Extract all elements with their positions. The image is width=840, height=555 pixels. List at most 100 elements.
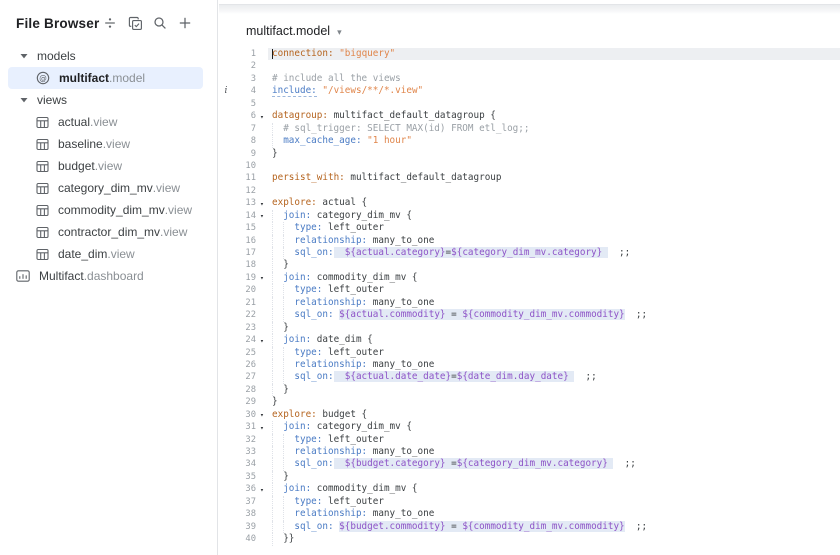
code-text: }	[268, 321, 840, 335]
code-text: }}	[268, 533, 840, 546]
sidebar-item-actual[interactable]: actual .view	[0, 111, 217, 133]
line-number: 17	[245, 248, 256, 258]
token: ${actual.commodity}	[339, 309, 446, 321]
fold-caret[interactable]: ▾	[256, 271, 268, 284]
code-line-1[interactable]: 1 connection: "bigquery"	[219, 48, 840, 61]
code-line-25[interactable]: 25 type: left_outer	[219, 346, 840, 359]
code-line-39[interactable]: 39 sql_on: ${budget.commodity} = ${commod…	[219, 520, 840, 534]
code-line-2[interactable]: 2	[219, 60, 840, 72]
code-line-24[interactable]: 24 ▾ join: date_dim {	[219, 334, 840, 347]
collapse-all-icon[interactable]	[102, 15, 118, 31]
indent-guide	[283, 309, 294, 322]
info-marker: i	[224, 86, 228, 97]
sidebar-item-baseline[interactable]: baseline .view	[0, 133, 217, 155]
gutter: 37	[219, 496, 268, 508]
file-base-name: multifact	[59, 71, 110, 85]
code-line-18[interactable]: 18}	[219, 259, 840, 272]
token: relationship:	[294, 508, 368, 520]
file-extension: .view	[90, 115, 118, 129]
code-line-36[interactable]: 36 ▾ join: commodity_dim_mv {	[219, 483, 840, 496]
fold-caret[interactable]: ▾	[256, 483, 268, 496]
token: ${date_dim.day_date}	[456, 371, 569, 383]
code-line-34[interactable]: 34 sql_on: ${budget.category} =${category…	[219, 458, 840, 471]
sidebar-item-multifact[interactable]: Multifact .dashboard	[0, 265, 217, 287]
gutter: 12	[219, 185, 268, 197]
code-line-12[interactable]: 12	[219, 185, 840, 197]
sidebar-item-category_dim_mv[interactable]: category_dim_mv .view	[0, 177, 217, 199]
file-base-name: category_dim_mv	[58, 181, 153, 195]
code-line-10[interactable]: 10	[219, 160, 840, 172]
indent-guide	[283, 284, 294, 297]
code-line-40[interactable]: 40}}	[219, 533, 840, 546]
line-number: 2	[250, 61, 256, 72]
code-line-29[interactable]: 29}	[219, 396, 840, 408]
token: category_dim_mv {	[311, 209, 412, 221]
code-text: connection: "bigquery"	[268, 48, 840, 61]
indent-guide	[272, 234, 283, 247]
search-icon[interactable]	[152, 15, 168, 31]
sidebar-item-budget[interactable]: budget .view	[0, 155, 217, 177]
line-number: 23	[245, 322, 256, 333]
code-line-38[interactable]: 38 relationship: many_to_one	[219, 508, 840, 521]
fold-caret[interactable]: ▾	[256, 334, 268, 347]
token: join:	[283, 421, 312, 433]
token: commodity_dim_mv {	[311, 483, 418, 495]
code-line-5[interactable]: 5	[219, 98, 840, 110]
select-files-icon[interactable]	[127, 15, 143, 31]
file-extension: .view	[164, 203, 193, 217]
file-tab[interactable]: multifact.model ▾	[246, 24, 342, 38]
code-line-33[interactable]: 33 relationship: many_to_one	[219, 446, 840, 459]
code-line-16[interactable]: 16 relationship: many_to_one	[219, 234, 840, 247]
code-line-11[interactable]: 11 persist_with: multifact_default_datagr…	[219, 172, 840, 184]
code-line-22[interactable]: 22 sql_on: ${actual.commodity} = ${commod…	[219, 309, 840, 322]
code-line-23[interactable]: 23}	[219, 321, 840, 335]
code-line-3[interactable]: 3 # include all the views	[219, 73, 840, 85]
code-line-7[interactable]: 7 # sql_trigger: SELECT MAX(id) FROM etl_…	[219, 122, 840, 136]
token: connection:	[272, 48, 334, 59]
sidebar-item-contractor_dim_mv[interactable]: contractor_dim_mv .view	[0, 221, 217, 243]
code-line-35[interactable]: 35}	[219, 470, 840, 484]
code-text: relationship: many_to_one	[268, 358, 840, 372]
indent-guide	[272, 284, 283, 297]
code-line-8[interactable]: 8 max_cache_age: "1 hour"	[219, 135, 840, 148]
code-line-13[interactable]: 13 ▾ explore: actual {	[219, 197, 840, 209]
fold-caret[interactable]: ▾	[256, 197, 268, 210]
file-extension: .model	[109, 71, 146, 85]
indent-guide	[272, 470, 283, 484]
code-line-28[interactable]: 28}	[219, 383, 840, 397]
gutter: 22	[219, 309, 268, 321]
code-line-21[interactable]: 21 relationship: many_to_one	[219, 296, 840, 310]
gutter: 28	[219, 384, 268, 396]
sidebar-item-multifact[interactable]: @ multifact .model	[8, 67, 203, 89]
indent-guide	[283, 346, 294, 359]
fold-caret[interactable]: ▾	[256, 408, 268, 421]
token: sql_on:	[294, 458, 334, 470]
code-line-30[interactable]: 30 ▾ explore: budget {	[219, 409, 840, 421]
code-line-31[interactable]: 31 ▾ join: category_dim_mv {	[219, 421, 840, 434]
code-line-27[interactable]: 27 sql_on: ${actual.date_date}=${date_dim…	[219, 371, 840, 384]
code-line-20[interactable]: 20 type: left_outer	[219, 284, 840, 297]
code-line-6[interactable]: 6 ▾ datagroup: multifact_default_datagroup…	[219, 110, 840, 122]
sidebar-item-date_dim[interactable]: date_dim .view	[0, 243, 217, 265]
code-line-15[interactable]: 15 type: left_outer	[219, 222, 840, 235]
sidebar-item-commodity_dim_mv[interactable]: commodity_dim_mv .view	[0, 199, 217, 221]
chevron-down-icon: ▾	[337, 26, 342, 37]
new-file-icon[interactable]	[177, 15, 193, 31]
code-line-17[interactable]: 17 sql_on: ${actual.category}=${category_…	[219, 247, 840, 260]
fold-caret[interactable]: ▾	[256, 421, 268, 434]
code-line-26[interactable]: 26 relationship: many_to_one	[219, 358, 840, 372]
code-line-32[interactable]: 32 type: left_outer	[219, 433, 840, 446]
line-number: 28	[245, 384, 256, 395]
code-line-19[interactable]: 19 ▾ join: commodity_dim_mv {	[219, 271, 840, 285]
sidebar-folder-views[interactable]: views	[0, 89, 217, 111]
code-line-4[interactable]: i 4 include: "/views/**/*.view"	[219, 85, 840, 98]
code-line-37[interactable]: 37 type: left_outer	[219, 495, 840, 509]
code-editor[interactable]: 1 connection: "bigquery" 2 3 # include all t…	[219, 48, 840, 555]
fold-caret[interactable]: ▾	[256, 110, 268, 123]
fold-caret[interactable]: ▾	[256, 209, 268, 222]
code-line-14[interactable]: 14 ▾ join: category_dim_mv {	[219, 209, 840, 223]
sidebar-folder-models[interactable]: models	[0, 45, 217, 67]
code-line-9[interactable]: 9}	[219, 148, 840, 160]
